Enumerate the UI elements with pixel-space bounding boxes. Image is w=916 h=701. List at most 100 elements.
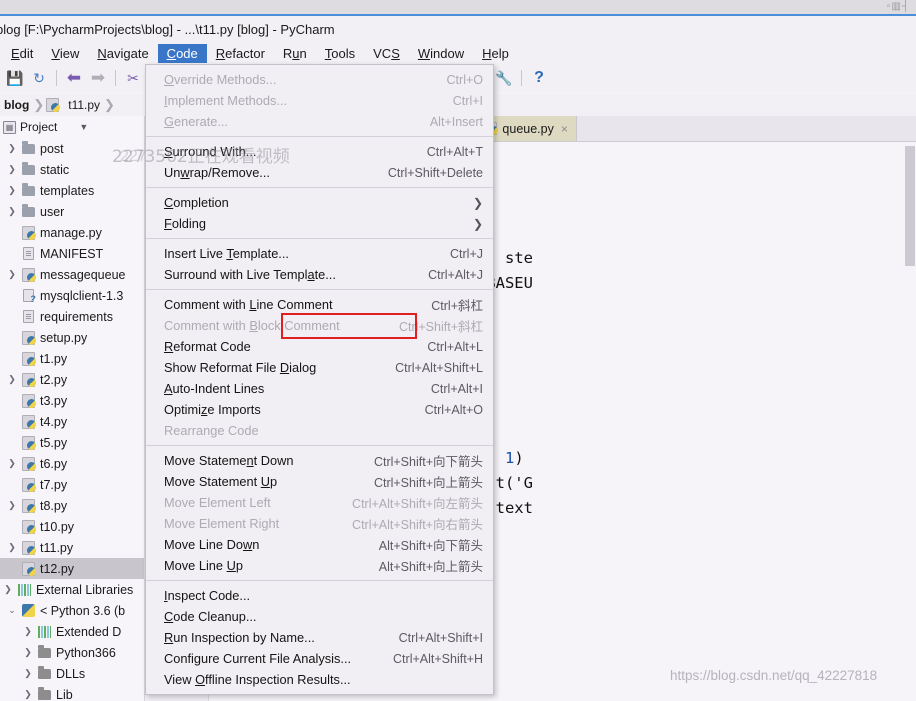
menu-code[interactable]: Code: [157, 43, 207, 63]
tree-item[interactable]: ❯ static: [0, 159, 144, 180]
tree-expand-arrow-icon[interactable]: ❯: [4, 437, 20, 448]
menu-item-inspect-code[interactable]: Inspect Code...: [146, 585, 493, 606]
tree-item[interactable]: ❯ t2.py: [0, 369, 144, 390]
tree-item[interactable]: ❯ t12.py: [0, 558, 144, 579]
library-icon: [36, 624, 52, 640]
menu-item-move-statement-down[interactable]: Move Statement Down Ctrl+Shift+向下箭头: [146, 450, 493, 471]
tree-expand-arrow-icon[interactable]: ❯: [4, 374, 20, 385]
tree-item[interactable]: ❯ Python366: [0, 642, 144, 663]
menu-refactor[interactable]: Refactor: [207, 44, 274, 63]
menu-item-optimize-imports[interactable]: Optimize Imports Ctrl+Alt+O: [146, 399, 493, 420]
tree-expand-arrow-icon[interactable]: ❯: [4, 206, 20, 217]
tree-expand-arrow-icon[interactable]: ❯: [20, 668, 36, 679]
chevron-down-icon[interactable]: ▼: [79, 122, 88, 132]
tree-item[interactable]: ❯ Lib: [0, 684, 144, 701]
tree-expand-arrow-icon[interactable]: ❯: [20, 689, 36, 700]
save-all-icon[interactable]: 💾: [4, 67, 26, 89]
sync-refresh-icon[interactable]: ↻: [28, 67, 50, 89]
cut-scissors-icon[interactable]: ✂: [122, 67, 144, 89]
menu-edit[interactable]: Edit: [2, 44, 42, 63]
tree-item[interactable]: ❯ manage.py: [0, 222, 144, 243]
menu-item-move-statement-up[interactable]: Move Statement Up Ctrl+Shift+向上箭头: [146, 471, 493, 492]
menu-help[interactable]: Help: [473, 44, 518, 63]
tree-item[interactable]: ❯ t7.py: [0, 474, 144, 495]
tree-item[interactable]: ❯ t1.py: [0, 348, 144, 369]
menu-item-surround-with[interactable]: Surround With... Ctrl+Alt+T: [146, 141, 493, 162]
tree-expand-arrow-icon[interactable]: ❯: [4, 416, 20, 427]
menu-item-move-line-down[interactable]: Move Line Down Alt+Shift+向下箭头: [146, 534, 493, 555]
menu-item-reformat-code[interactable]: Reformat Code Ctrl+Alt+L: [146, 336, 493, 357]
tree-item[interactable]: ⌄ < Python 3.6 (b: [0, 600, 144, 621]
menu-navigate[interactable]: Navigate: [88, 44, 157, 63]
menu-item-label: Folding: [164, 216, 206, 231]
tree-item[interactable]: ❯ t8.py: [0, 495, 144, 516]
tree-expand-arrow-icon[interactable]: ❯: [0, 584, 16, 595]
tree-expand-arrow-icon[interactable]: ❯: [4, 290, 20, 301]
tree-item[interactable]: ❯ requirements: [0, 306, 144, 327]
project-panel-header[interactable]: ▦ Project ▼: [0, 116, 144, 138]
menu-item-insert-live-template[interactable]: Insert Live Template... Ctrl+J: [146, 243, 493, 264]
tree-item[interactable]: ❯ user: [0, 201, 144, 222]
menu-vcs[interactable]: VCS: [364, 44, 409, 63]
menu-item-run-inspection-by-name[interactable]: Run Inspection by Name... Ctrl+Alt+Shift+…: [146, 627, 493, 648]
tree-item[interactable]: ❯ t10.py: [0, 516, 144, 537]
tree-expand-arrow-icon[interactable]: ❯: [4, 542, 20, 553]
menu-tools[interactable]: Tools: [316, 44, 364, 63]
menu-window[interactable]: Window: [409, 44, 473, 63]
tree-expand-arrow-icon[interactable]: ❯: [4, 353, 20, 364]
tree-expand-arrow-icon[interactable]: ❯: [4, 479, 20, 490]
tree-item[interactable]: ❯ t4.py: [0, 411, 144, 432]
tree-expand-arrow-icon[interactable]: ❯: [4, 269, 20, 280]
tree-item[interactable]: ❯ Extended D: [0, 621, 144, 642]
tree-expand-arrow-icon[interactable]: ❯: [4, 563, 20, 574]
menu-item-show-reformat-file-dialog[interactable]: Show Reformat File Dialog Ctrl+Alt+Shift+…: [146, 357, 493, 378]
menu-item-code-cleanup[interactable]: Code Cleanup...: [146, 606, 493, 627]
menu-item-comment-with-line-comment[interactable]: Comment with Line Comment Ctrl+斜杠: [146, 294, 493, 315]
menu-item-auto-indent-lines[interactable]: Auto-Indent Lines Ctrl+Alt+I: [146, 378, 493, 399]
tree-item[interactable]: ❯ mysqlclient-1.3: [0, 285, 144, 306]
tree-expand-arrow-icon[interactable]: ❯: [4, 311, 20, 322]
menu-item-label: Comment with Line Comment: [164, 297, 333, 312]
tree-item[interactable]: ❯ post: [0, 138, 144, 159]
tree-item[interactable]: ❯ t5.py: [0, 432, 144, 453]
undo-arrow-icon[interactable]: ⬅: [63, 67, 85, 89]
tree-item[interactable]: ❯ messagequeue: [0, 264, 144, 285]
breadcrumb-project[interactable]: blog: [0, 98, 33, 112]
tree-expand-arrow-icon[interactable]: ⌄: [4, 605, 20, 616]
tree-item[interactable]: ❯ t3.py: [0, 390, 144, 411]
breadcrumb-file[interactable]: t11.py: [64, 98, 104, 112]
tree-item[interactable]: ❯ setup.py: [0, 327, 144, 348]
tree-expand-arrow-icon[interactable]: ❯: [4, 521, 20, 532]
tree-expand-arrow-icon[interactable]: ❯: [4, 185, 20, 196]
tree-item[interactable]: ❯ t11.py: [0, 537, 144, 558]
tree-expand-arrow-icon[interactable]: ❯: [20, 626, 36, 637]
close-icon[interactable]: ×: [561, 122, 568, 136]
tree-expand-arrow-icon[interactable]: ❯: [4, 248, 20, 259]
menu-item-completion[interactable]: Completion ❯: [146, 192, 493, 213]
menu-item-unwrap-remove[interactable]: Unwrap/Remove... Ctrl+Shift+Delete: [146, 162, 493, 183]
tree-item[interactable]: ❯ templates: [0, 180, 144, 201]
menu-run[interactable]: Run: [274, 44, 316, 63]
menu-item-move-line-up[interactable]: Move Line Up Alt+Shift+向上箭头: [146, 555, 493, 576]
menu-view[interactable]: View: [42, 44, 88, 63]
menu-item-folding[interactable]: Folding ❯: [146, 213, 493, 234]
tree-expand-arrow-icon[interactable]: ❯: [20, 647, 36, 658]
tree-item[interactable]: ❯ DLLs: [0, 663, 144, 684]
tree-expand-arrow-icon[interactable]: ❯: [4, 395, 20, 406]
tree-expand-arrow-icon[interactable]: ❯: [4, 143, 20, 154]
tree-item[interactable]: ❯ MANIFEST: [0, 243, 144, 264]
editor-scrollbar-thumb[interactable]: [905, 146, 915, 266]
tree-expand-arrow-icon[interactable]: ❯: [4, 164, 20, 175]
tree-expand-arrow-icon[interactable]: ❯: [4, 332, 20, 343]
menu-item-surround-with-live-template[interactable]: Surround with Live Template... Ctrl+Alt+J: [146, 264, 493, 285]
tree-expand-arrow-icon[interactable]: ❯: [4, 458, 20, 469]
tree-item[interactable]: ❯ External Libraries: [0, 579, 144, 600]
tree-item[interactable]: ❯ t6.py: [0, 453, 144, 474]
tree-expand-arrow-icon[interactable]: ❯: [4, 500, 20, 511]
redo-arrow-icon[interactable]: ➡: [87, 67, 109, 89]
menu-item-configure-current-file-analysis[interactable]: Configure Current File Analysis... Ctrl+A…: [146, 648, 493, 669]
settings-wrench-icon[interactable]: 🔧: [493, 67, 515, 89]
menu-item-view-offline-inspection-results[interactable]: View Offline Inspection Results...: [146, 669, 493, 690]
tree-expand-arrow-icon[interactable]: ❯: [4, 227, 20, 238]
help-question-icon[interactable]: ?: [528, 67, 550, 89]
